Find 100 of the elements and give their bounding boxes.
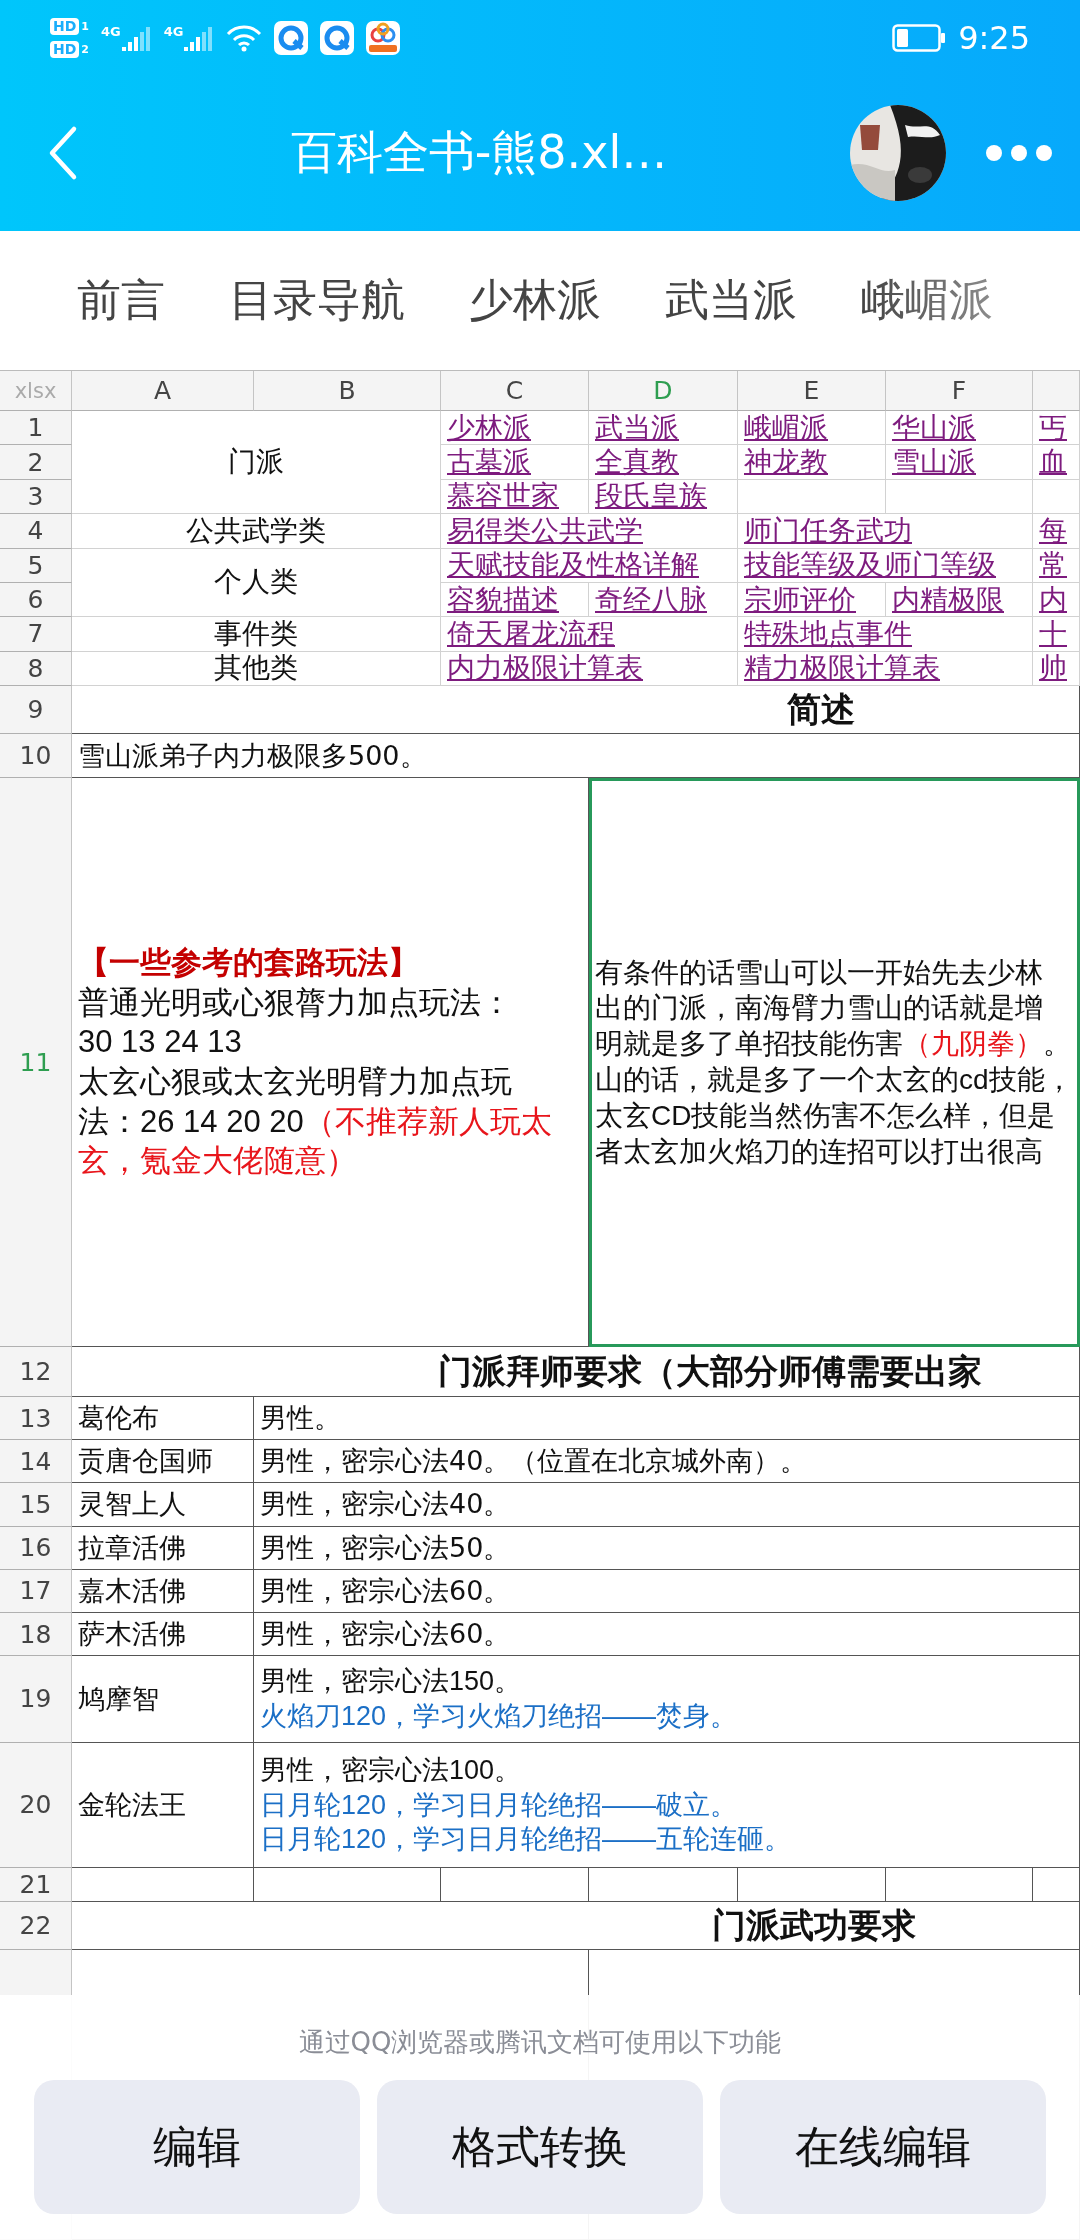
sheet-link[interactable]: 倚天屠龙流程 <box>441 617 615 651</box>
cell-text: 男性。 <box>259 1401 341 1436</box>
text-line: 太玄心狠或太玄光明臂力加点玩 <box>77 1063 512 1101</box>
cell-text: 雪山派弟子内力极限多500。 <box>77 738 427 773</box>
row-header[interactable]: 4 <box>0 514 72 549</box>
action-button[interactable]: 格式转换 <box>377 2080 703 2214</box>
feature-hint: 通过QQ浏览器或腾讯文档可使用以下功能 <box>298 2026 782 2059</box>
sheet-link[interactable]: 十 <box>1033 617 1067 651</box>
row-header[interactable]: 7 <box>0 617 72 652</box>
row-header[interactable]: 5 <box>0 548 72 583</box>
sheet-link[interactable]: 武当派 <box>589 411 679 445</box>
row-header[interactable]: 16 <box>0 1526 72 1570</box>
cell-text: 男性，密宗心法60。 <box>259 1617 511 1652</box>
text-line: 有条件的话雪山可以一开始先去少林 <box>594 955 1043 990</box>
text-line: 男性，密宗心法150。 <box>259 1665 522 1699</box>
sheet-link[interactable]: 师门任务武功 <box>738 514 912 548</box>
signal-icon <box>121 24 152 51</box>
sheet-link[interactable]: 特殊地点事件 <box>738 617 912 651</box>
app-icon <box>366 20 401 55</box>
sheet-link[interactable]: 帅 <box>1033 651 1067 685</box>
row-header[interactable]: 22 <box>0 1902 72 1951</box>
sheet-link[interactable]: 古墓派 <box>441 445 531 479</box>
column-header[interactable]: E <box>738 371 886 411</box>
row-header[interactable]: 8 <box>0 651 72 686</box>
row-header[interactable]: 6 <box>0 582 72 618</box>
clock-time: 9:25 <box>958 18 1030 57</box>
category-label: 其他类 <box>214 651 298 685</box>
column-header[interactable]: F <box>886 371 1033 411</box>
more-icon <box>986 145 1052 161</box>
sheet-link[interactable]: 华山派 <box>886 411 976 445</box>
row-header[interactable]: 20 <box>0 1742 72 1869</box>
section-heading: 门派武功要求 <box>712 1903 916 1947</box>
row-header[interactable]: 1 <box>0 411 72 446</box>
sheet-link[interactable]: 精力极限计算表 <box>738 651 940 685</box>
category-label: 个人类 <box>214 564 298 601</box>
sheet-tab[interactable]: 少林派 <box>469 271 601 330</box>
corner-label: xlsx <box>14 378 57 403</box>
sheet-link[interactable]: 血 <box>1033 445 1067 479</box>
text-line: 火焰刀120，学习火焰刀绝招——焚身。 <box>259 1699 738 1733</box>
sheet-link[interactable]: 全真教 <box>589 445 679 479</box>
category-label: 事件类 <box>214 617 298 651</box>
row-header[interactable]: 15 <box>0 1483 72 1527</box>
sheet-link[interactable]: 内 <box>1033 582 1067 617</box>
cell-text: 萨木活佛 <box>77 1617 186 1652</box>
row-header[interactable]: 9 <box>0 686 72 734</box>
document-title: 百科全书-熊8.xl… <box>289 124 669 181</box>
column-header[interactable]: C <box>441 371 589 411</box>
text-line: 法：26 14 20 20（不推荐新人玩太 <box>77 1102 552 1141</box>
sheet-link[interactable]: 每 <box>1033 514 1067 548</box>
cell-text: 鸠摩智 <box>77 1681 159 1716</box>
sheet-link[interactable]: 易得类公共武学 <box>441 514 643 548</box>
more-button[interactable] <box>986 145 1052 161</box>
back-icon <box>48 125 78 181</box>
column-header[interactable]: A <box>72 371 254 411</box>
row-header[interactable]: 3 <box>0 479 72 515</box>
battery-icon <box>892 23 947 52</box>
text-line: 玄，氪金大佬随意） <box>77 1142 357 1181</box>
sheet-link[interactable]: 常 <box>1033 548 1067 582</box>
section-heading: 门派拜师要求（大部分师傅需要出家 <box>438 1349 982 1393</box>
sheet-tab[interactable]: 武当派 <box>665 271 797 330</box>
sheet-link[interactable]: 丐 <box>1033 411 1067 445</box>
action-button[interactable]: 在线编辑 <box>720 2080 1046 2214</box>
text-line: 出的门派，南海臂力雪山的话就是增 <box>594 991 1043 1026</box>
category-label: 门派 <box>228 444 284 481</box>
sheet-tab[interactable]: 峨嵋派 <box>861 271 993 330</box>
action-button[interactable]: 编辑 <box>34 2080 360 2214</box>
row-header[interactable]: 2 <box>0 445 72 480</box>
row-header[interactable]: 12 <box>0 1347 72 1397</box>
cell-text: 贡唐仓国师 <box>77 1444 213 1479</box>
sheet-link[interactable]: 奇经八脉 <box>589 582 707 617</box>
cell-text: 男性，密宗心法60。 <box>259 1573 511 1608</box>
row-header[interactable]: 21 <box>0 1868 72 1903</box>
text-line: 普通光明或心狠膂力加点玩法： <box>77 983 512 1022</box>
text-line: 【一些参考的套路玩法】 <box>77 944 419 982</box>
row-header[interactable]: 10 <box>0 734 72 778</box>
sheet-link[interactable]: 内力极限计算表 <box>441 651 643 685</box>
sheet-tab[interactable]: 目录导航 <box>229 271 405 330</box>
sheet-link[interactable]: 雪山派 <box>886 445 976 479</box>
text-line: 日月轮120，学习日月轮绝招——五轮连砸。 <box>259 1823 792 1857</box>
text-line: 者太玄加火焰刀的连招可以打出很高 <box>594 1134 1043 1169</box>
text-line: 日月轮120，学习日月轮绝招——破立。 <box>259 1788 738 1822</box>
cell-text: 男性，密宗心法40。 <box>259 1487 511 1522</box>
sheet-link[interactable]: 少林派 <box>441 411 531 445</box>
row-header[interactable]: 18 <box>0 1612 72 1657</box>
text-line: 30 13 24 13 <box>77 1023 242 1062</box>
category-label: 公共武学类 <box>186 514 326 548</box>
text-line: 男性，密宗心法100。 <box>259 1754 522 1788</box>
row-header[interactable]: 13 <box>0 1397 72 1441</box>
sheet-link[interactable]: 神龙教 <box>738 445 828 479</box>
app-icon <box>274 20 309 55</box>
column-header[interactable]: B <box>254 371 441 411</box>
text-line: 太玄CD技能当然伤害不怎么样，但是 <box>594 1098 1056 1133</box>
text-line: 山的话，就是多了一个太玄的cd技能， <box>594 1063 1073 1097</box>
sheet-tab[interactable]: 前言 <box>77 271 165 330</box>
sheet-link[interactable]: 峨嵋派 <box>738 411 828 445</box>
row-header[interactable]: 17 <box>0 1569 72 1613</box>
row-header[interactable]: 14 <box>0 1440 72 1484</box>
row-header[interactable]: 19 <box>0 1656 72 1743</box>
text-line: 明就是多了单招技能伤害（九阴拳）。 <box>594 1027 1071 1062</box>
section-heading: 简述 <box>787 687 855 731</box>
